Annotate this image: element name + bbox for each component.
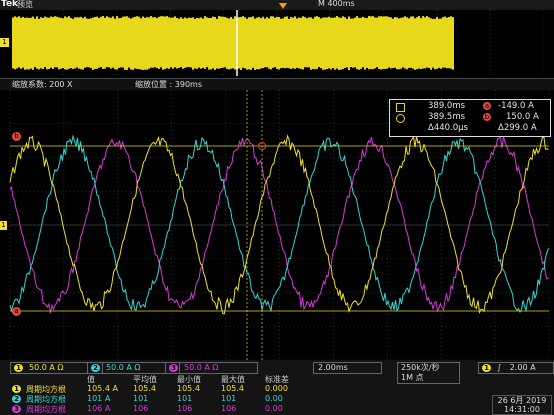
cursor-a-time-icon [396, 103, 405, 112]
trigger-box[interactable]: 1 ∫ 2.00 A [478, 362, 554, 374]
channel-2-scale: 50.0 A Ω [106, 363, 141, 372]
cursor-a-value: -149.0 A [498, 101, 534, 111]
channel-2-badge: 2 [91, 364, 100, 372]
sample-rate: 250k次/秒 [401, 363, 440, 372]
acquisition-mode: 预览 [17, 0, 33, 9]
channel-1-scale: 50.0 A Ω [29, 363, 64, 372]
brand-logo: Tek [1, 0, 19, 9]
zoom-factor: 缩放系数: 200 X [12, 80, 73, 89]
horizontal-scale-box[interactable]: 2.00ms [313, 362, 382, 374]
cursor-a-time: 389.0ms [428, 101, 466, 111]
trigger-slope-icon: ∫ [497, 363, 502, 372]
channel-3-scale: 50.0 A Ω [184, 363, 219, 372]
trigger-position-marker[interactable] [279, 3, 287, 9]
measurement-table: 值 平均值 最小值 最大值 标准差 1 周期均方根 105.4 A 105.4 … [10, 374, 310, 415]
channel-1-badge: 1 [14, 364, 23, 372]
cursor-b-marker[interactable]: b [12, 132, 21, 141]
cursor-delta-value: Δ299.0 A [498, 123, 537, 133]
channel-3-badge: 3 [169, 364, 178, 372]
cursor-readout-panel: 389.0ms 389.5ms Δ440.0µs a -149.0 A b 15… [389, 99, 551, 137]
cursor-delta-time: Δ440.0µs [428, 123, 468, 133]
top-status-bar [0, 0, 554, 10]
record-points: 1M 点 [401, 373, 424, 382]
cursor-b-value: 150.0 A [506, 112, 539, 122]
cursor-b-time-icon [396, 114, 405, 123]
cursor-b-value-icon: b [483, 113, 491, 121]
cursor-b-time: 389.5ms [428, 112, 466, 122]
record-length: M 400ms [318, 0, 355, 8]
cursor-a-marker[interactable]: a [12, 307, 21, 316]
trigger-channel-badge: 1 [482, 364, 491, 372]
overview-waveform[interactable] [10, 10, 544, 76]
cursor-a-value-icon: a [483, 102, 491, 110]
horizontal-scale: 2.00ms [318, 363, 348, 372]
zoom-position: 缩放位置 : 390ms [135, 80, 203, 89]
channel-3-scale-box[interactable]: 3 50.0 A Ω [165, 362, 258, 374]
date-time: 26 6月 2019 14:31:00 [492, 395, 552, 415]
time: 14:31:00 [504, 405, 540, 414]
trigger-level: 2.00 A [509, 363, 536, 372]
channel-1-ground-marker[interactable]: 1 [0, 221, 7, 230]
overview-channel-marker[interactable]: 1 [0, 38, 9, 47]
date: 26 6月 2019 [497, 396, 547, 405]
sample-rate-box[interactable]: 250k次/秒 1M 点 [397, 362, 460, 384]
